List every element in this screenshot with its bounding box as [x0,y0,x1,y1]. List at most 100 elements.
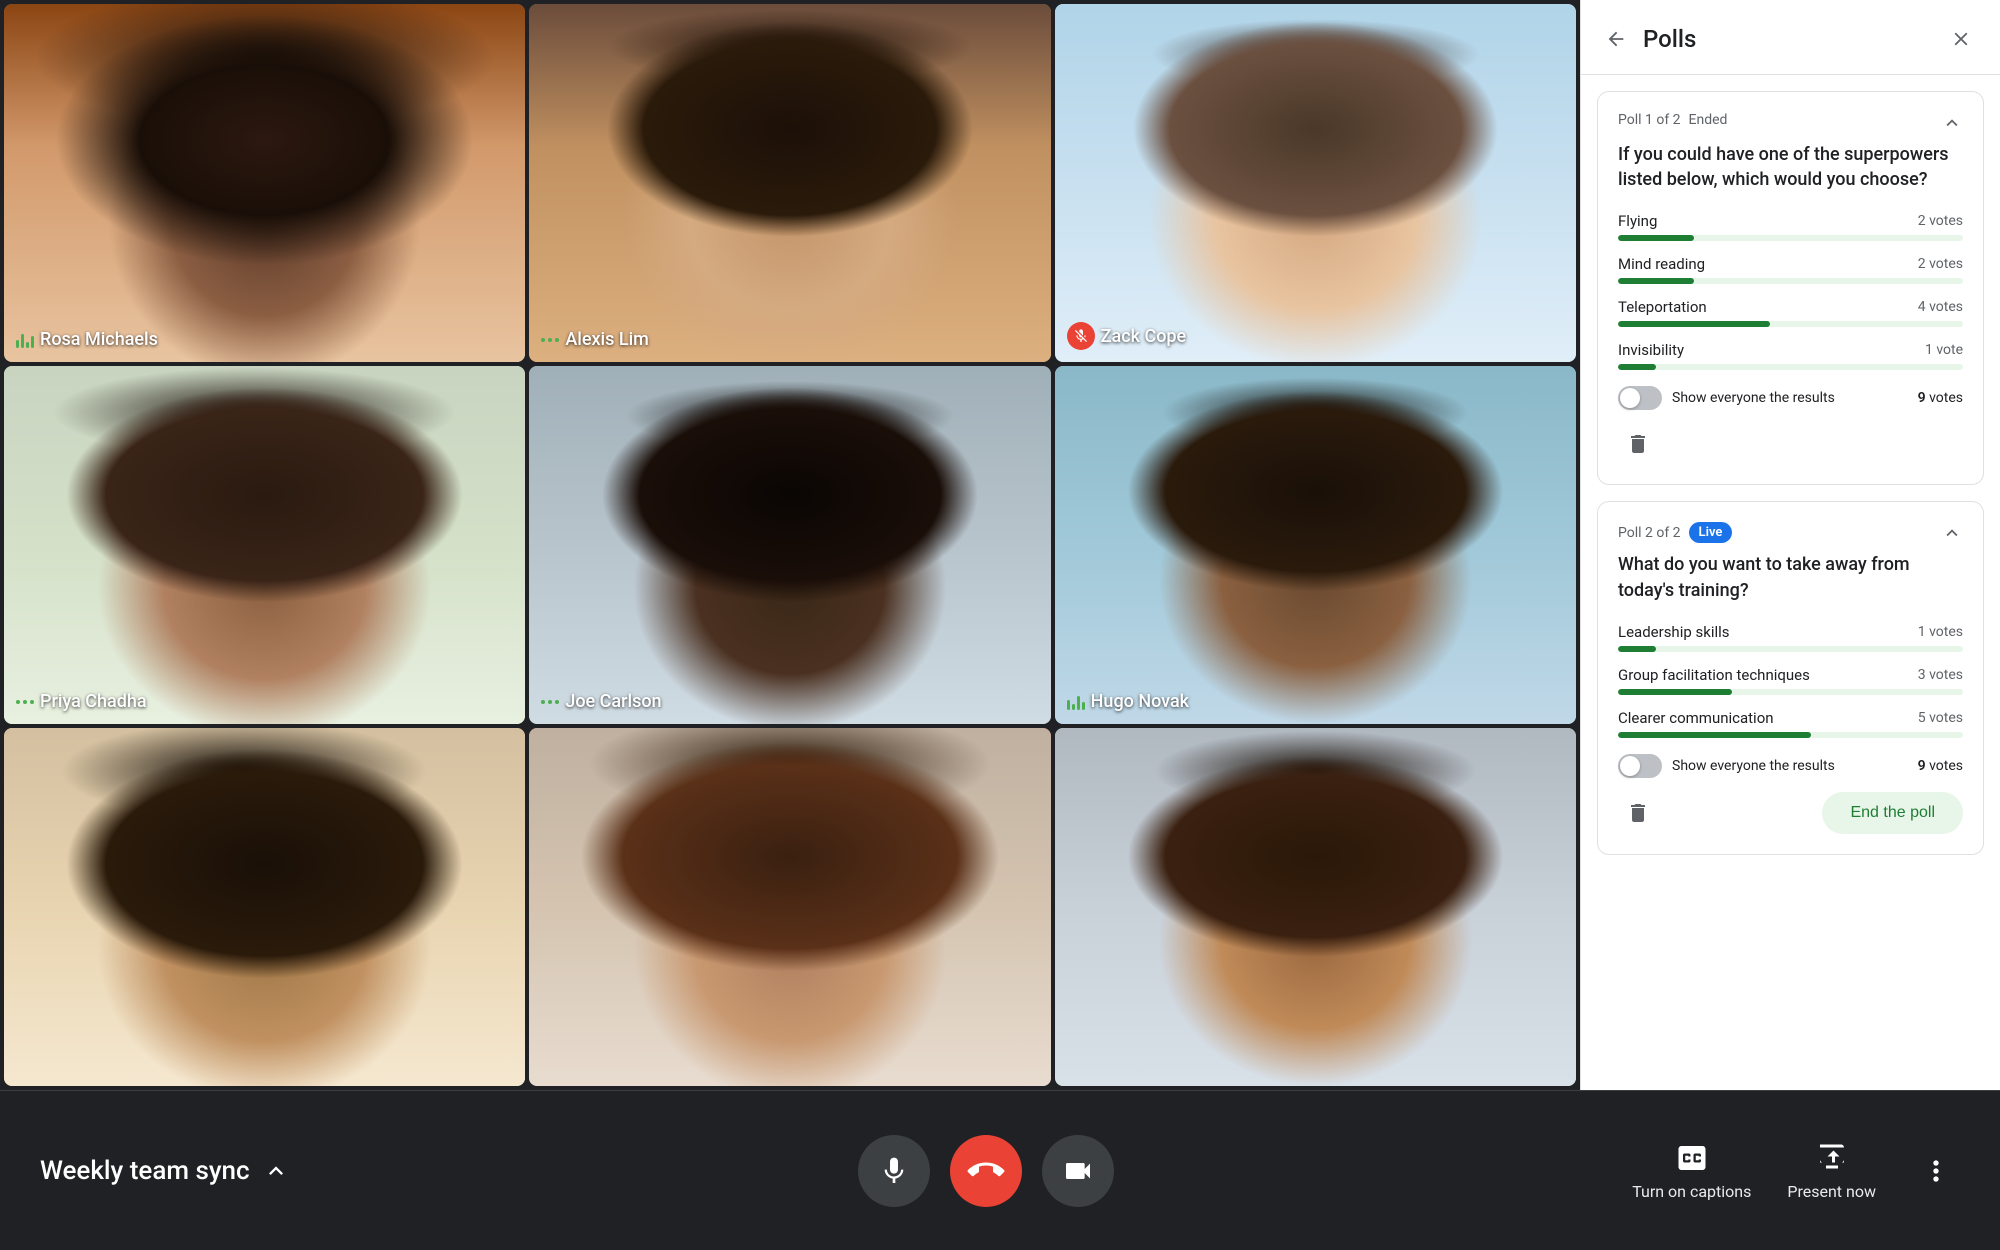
panel-header: Polls [1581,0,2000,75]
participant-video-5: Joe Carlson [529,366,1050,724]
polls-content: Poll 1 of 2 Ended If you could have one … [1581,75,2000,1090]
poll-2-option-2: Group facilitation techniques 3 votes [1618,666,1963,695]
poll-2-footer: Show everyone the results 9 votes [1618,754,1963,778]
dots-indicator-2 [541,338,559,342]
participant-video-3: Zack Cope [1055,4,1576,362]
polls-panel: Polls Poll 1 of 2 Ended [1580,0,2000,1090]
participant-video-7 [4,728,525,1086]
poll-2-collapse-button[interactable] [1941,522,1963,544]
poll-2-actions: End the poll [1618,792,1963,834]
poll-2-meta: Poll 2 of 2 Live [1618,522,1732,543]
poll-2-option-2-votes: 3 votes [1918,667,1963,683]
poll-2-header: Poll 2 of 2 Live [1618,522,1963,544]
poll-1-show-results[interactable]: Show everyone the results [1618,386,1835,410]
more-options-button[interactable] [1912,1147,1960,1195]
end-poll-button[interactable]: End the poll [1822,792,1963,834]
poll-2-option-1-votes: 1 votes [1918,624,1963,640]
participant-video-6: Hugo Novak [1055,366,1576,724]
participant-label-1: Rosa Michaels [16,329,158,350]
poll-card-2: Poll 2 of 2 Live What do you want to tak… [1597,501,1984,854]
participant-label-6: Hugo Novak [1067,691,1189,712]
poll-1-option-2-label: Mind reading [1618,255,1705,273]
participant-label-4: Priya Chadha [16,691,147,712]
poll-card-1: Poll 1 of 2 Ended If you could have one … [1597,91,1984,485]
participant-name-6: Hugo Novak [1091,691,1189,712]
audio-indicator-6 [1067,694,1085,710]
camera-button[interactable] [1042,1135,1114,1207]
poll-2-option-3-votes: 5 votes [1918,710,1963,726]
poll-2-delete-button[interactable] [1618,793,1658,833]
poll-1-option-1: Flying 2 votes [1618,212,1963,241]
dots-indicator-4 [16,700,34,704]
participant-video-2: Alexis Lim [529,4,1050,362]
poll-1-option-2: Mind reading 2 votes [1618,255,1963,284]
poll-1-option-3-bar [1618,321,1770,327]
poll-2-option-2-bar [1618,689,1732,695]
captions-label: Turn on captions [1632,1182,1751,1201]
captions-icon [1674,1140,1710,1176]
poll-1-option-3: Teleportation 4 votes [1618,298,1963,327]
poll-2-show-results-label: Show everyone the results [1672,758,1835,774]
meeting-chevron-icon[interactable] [262,1157,290,1185]
microphone-button[interactable] [858,1135,930,1207]
poll-1-option-4-label: Invisibility [1618,341,1684,359]
poll-1-meta: Poll 1 of 2 Ended [1618,112,1727,128]
poll-2-option-3-label: Clearer communication [1618,709,1774,727]
participant-name-2: Alexis Lim [565,329,649,350]
poll-2-total-votes: 9 votes [1918,758,1963,774]
poll-1-option-3-label: Teleportation [1618,298,1707,316]
toolbar-center [858,1135,1114,1207]
participant-name-1: Rosa Michaels [40,329,158,350]
participant-video-4: Priya Chadha [4,366,525,724]
poll-1-option-2-votes: 2 votes [1918,256,1963,272]
poll-1-actions [1618,424,1963,464]
poll-2-option-1-bar [1618,646,1656,652]
toolbar-left: Weekly team sync [40,1156,340,1186]
poll-1-toggle[interactable] [1618,386,1662,410]
poll-1-total-votes: 9 votes [1918,390,1963,406]
captions-action[interactable]: Turn on captions [1632,1140,1751,1201]
poll-1-option-1-votes: 2 votes [1918,213,1963,229]
dots-indicator-5 [541,700,559,704]
poll-1-show-results-label: Show everyone the results [1672,390,1835,406]
poll-2-option-1: Leadership skills 1 votes [1618,623,1963,652]
poll-1-option-1-label: Flying [1618,212,1657,230]
poll-2-number: Poll 2 of 2 [1618,525,1681,541]
poll-1-header: Poll 1 of 2 Ended [1618,112,1963,134]
muted-icon-3 [1067,322,1095,350]
back-button[interactable] [1597,20,1635,58]
poll-2-status: Live [1689,522,1733,543]
poll-1-question: If you could have one of the superpowers… [1618,142,1963,192]
poll-2-show-results[interactable]: Show everyone the results [1618,754,1835,778]
poll-1-number: Poll 1 of 2 [1618,112,1681,128]
poll-2-toggle[interactable] [1618,754,1662,778]
present-label: Present now [1787,1182,1876,1201]
poll-2-option-3: Clearer communication 5 votes [1618,709,1963,738]
poll-1-option-4: Invisibility 1 vote [1618,341,1963,370]
participant-name-4: Priya Chadha [40,691,147,712]
poll-2-question: What do you want to take away from today… [1618,552,1963,602]
participant-name-5: Joe Carlson [565,691,661,712]
poll-1-collapse-button[interactable] [1941,112,1963,134]
poll-1-option-4-bar [1618,364,1656,370]
panel-title: Polls [1643,25,1942,53]
end-call-button[interactable] [950,1135,1022,1207]
participant-label-3: Zack Cope [1067,322,1187,350]
poll-1-option-3-votes: 4 votes [1918,299,1963,315]
audio-indicator-1 [16,332,34,348]
present-action[interactable]: Present now [1787,1140,1876,1201]
participant-video-1: Rosa Michaels [4,4,525,362]
poll-1-option-1-bar [1618,235,1694,241]
participant-name-3: Zack Cope [1101,326,1187,347]
video-grid: Rosa Michaels Alexis Lim [0,0,1580,1090]
participant-video-8 [529,728,1050,1086]
poll-1-footer: Show everyone the results 9 votes [1618,386,1963,410]
poll-1-status: Ended [1689,112,1728,128]
close-button[interactable] [1942,20,1980,58]
poll-2-option-3-bar [1618,732,1811,738]
poll-1-delete-button[interactable] [1618,424,1658,464]
present-icon [1814,1140,1850,1176]
toolbar-right: Turn on captions Present now [1632,1140,1960,1201]
meeting-title: Weekly team sync [40,1156,250,1186]
poll-1-option-2-bar [1618,278,1694,284]
